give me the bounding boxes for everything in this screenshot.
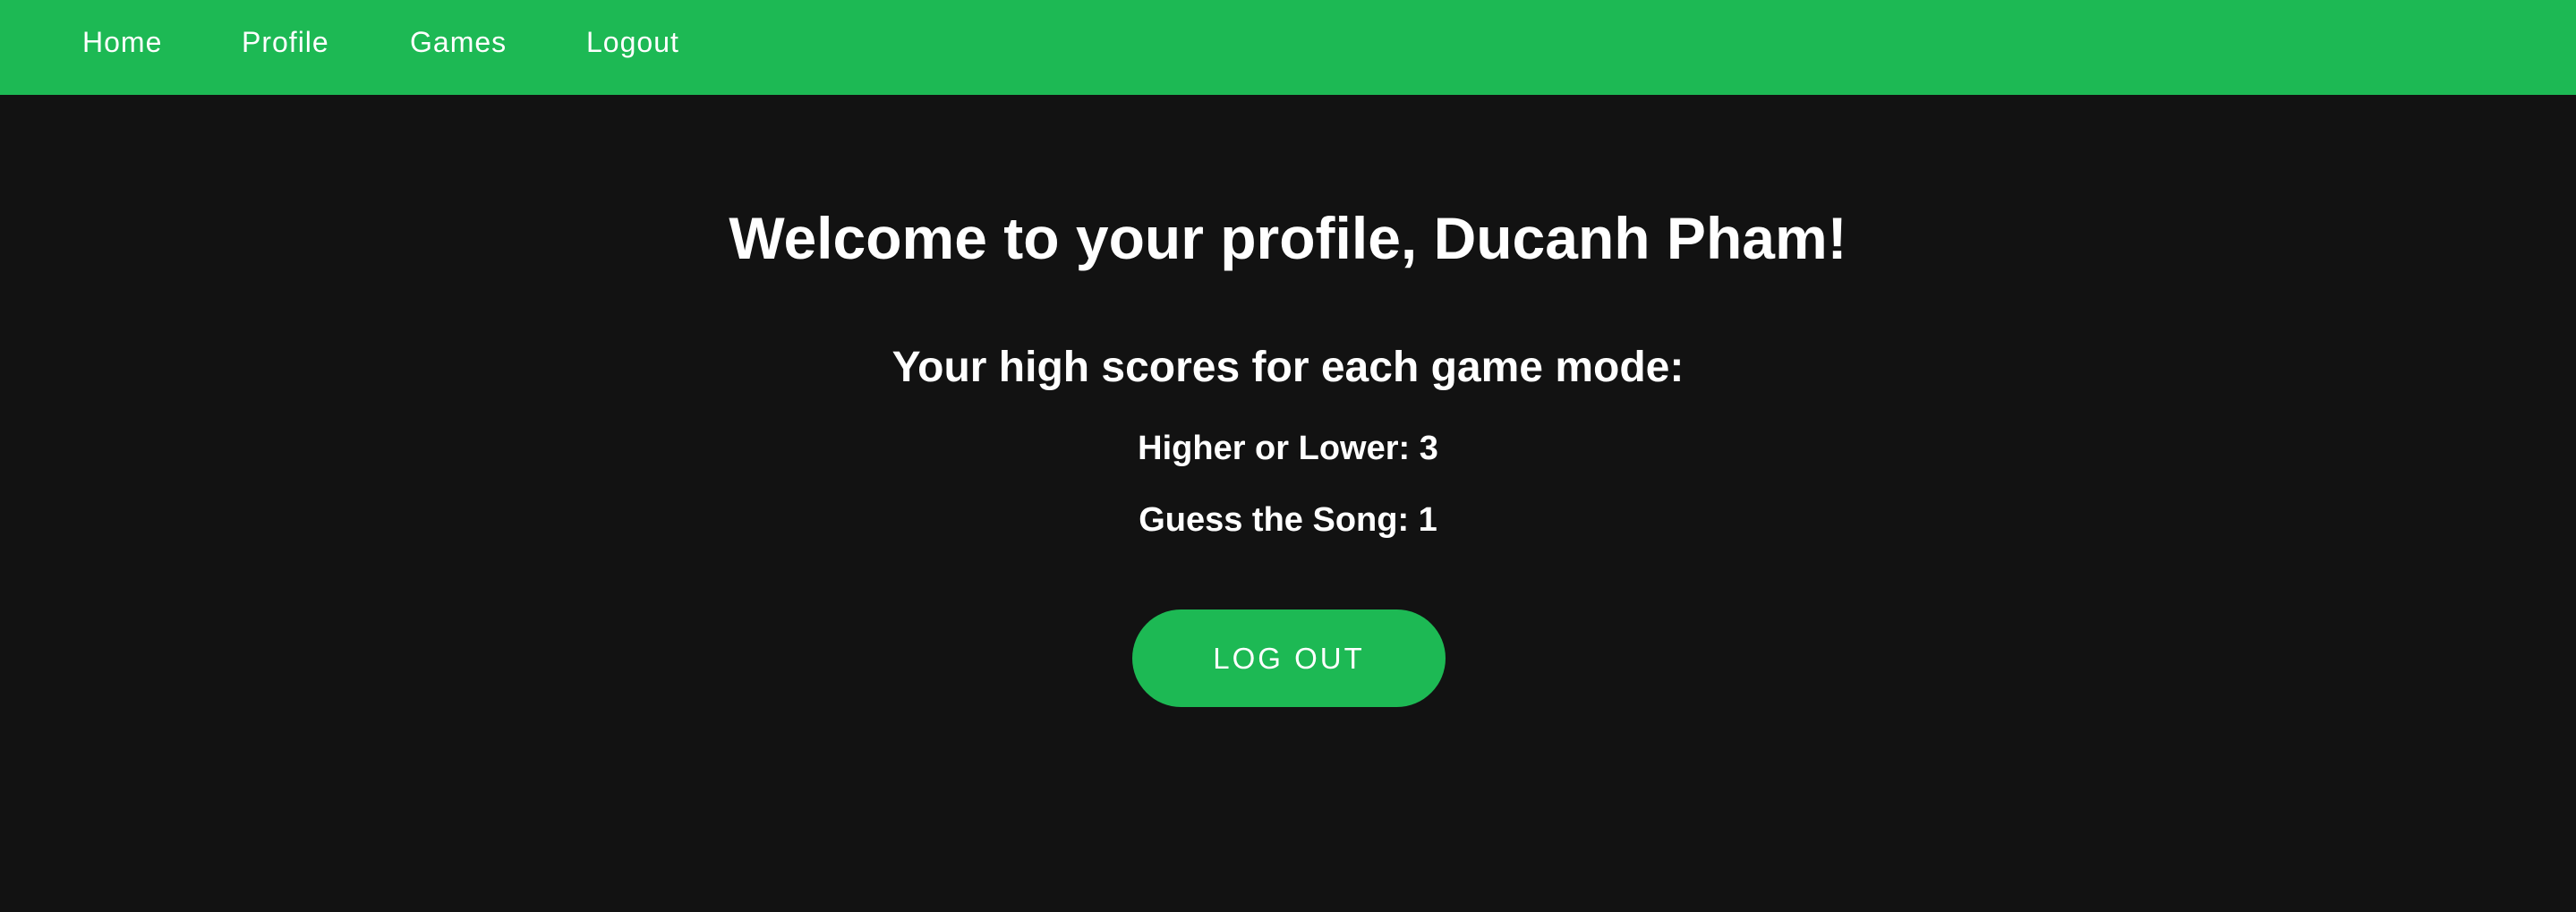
- scores-heading: Your high scores for each game mode:: [891, 344, 1685, 391]
- page-title: Welcome to your profile, Ducanh Pham!: [729, 205, 1847, 271]
- nav-link-games[interactable]: Games: [410, 0, 507, 84]
- top-navbar: Home Profile Games Logout: [0, 0, 2576, 95]
- nav-link-home[interactable]: Home: [82, 0, 162, 84]
- nav-link-profile[interactable]: Profile: [242, 0, 329, 84]
- nav-link-logout[interactable]: Logout: [586, 0, 679, 84]
- score-higher-or-lower: Higher or Lower: 3: [1138, 430, 1438, 467]
- score-guess-the-song: Guess the Song: 1: [1139, 501, 1437, 539]
- logout-button[interactable]: LOG OUT: [1132, 609, 1446, 707]
